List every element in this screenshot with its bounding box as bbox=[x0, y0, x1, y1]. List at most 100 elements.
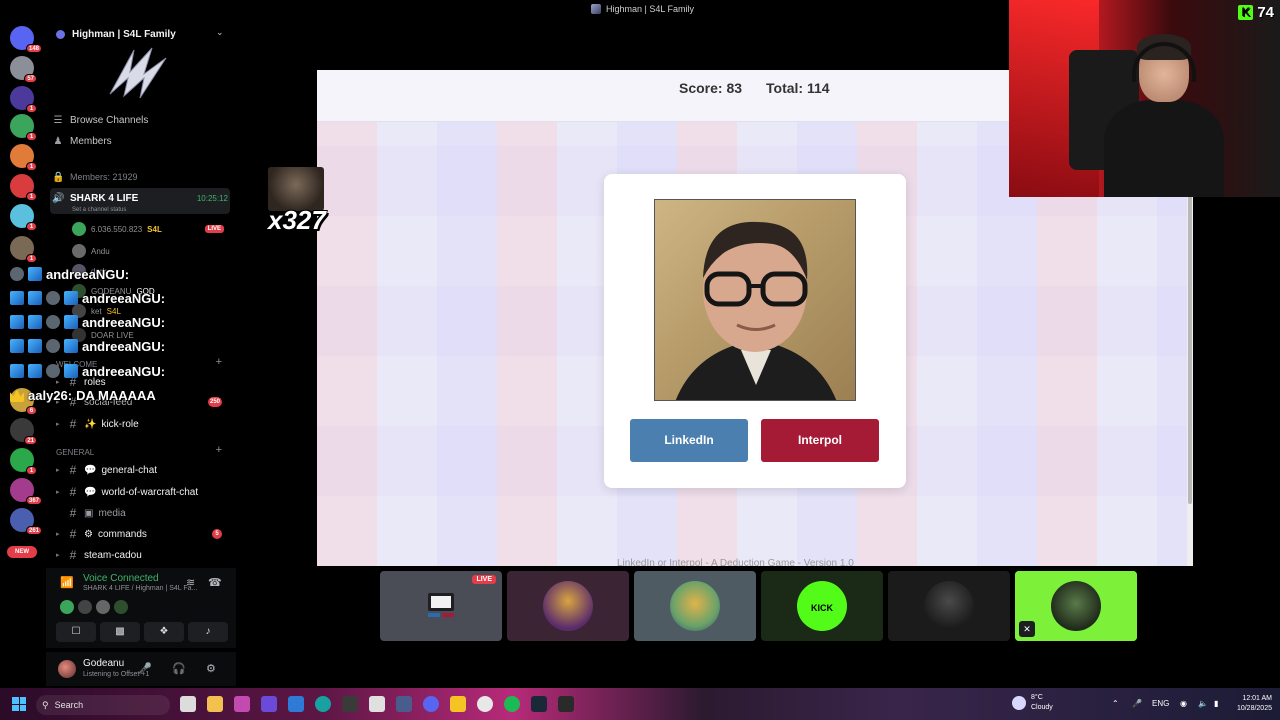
voice-user[interactable]: Andu bbox=[72, 244, 110, 258]
steam-icon[interactable] bbox=[531, 696, 547, 712]
chevron-up-icon[interactable]: ⌃ bbox=[1112, 699, 1119, 708]
participant-tile-speaking[interactable]: ✕ bbox=[1015, 571, 1137, 641]
monitor-icon bbox=[428, 593, 454, 617]
server-icon[interactable]: 1 bbox=[10, 204, 37, 231]
channel-media[interactable]: # ▣ media bbox=[56, 503, 232, 523]
discord-icon[interactable] bbox=[423, 696, 439, 712]
gear-icon[interactable]: ⚙ bbox=[206, 662, 216, 675]
server-icon[interactable]: 261 bbox=[10, 508, 42, 535]
list-icon: ☰ bbox=[53, 114, 63, 126]
chevron-right-icon: ▸ bbox=[56, 467, 60, 474]
camera-off-button[interactable]: ☐ bbox=[56, 622, 96, 642]
epic-games-icon[interactable] bbox=[558, 696, 574, 712]
obs-icon[interactable] bbox=[477, 696, 493, 712]
server-icon[interactable]: 1 bbox=[10, 448, 37, 475]
server-icon[interactable]: 1 bbox=[10, 86, 37, 113]
store-icon[interactable] bbox=[288, 696, 304, 712]
battery-icon[interactable]: ▮ bbox=[1214, 699, 1218, 708]
avatar bbox=[46, 364, 60, 378]
avatar[interactable] bbox=[58, 660, 76, 678]
avatar bbox=[96, 600, 110, 614]
microphone-icon[interactable]: 🎤 bbox=[138, 662, 152, 675]
server-header[interactable]: Highman | S4L Family ⌄ bbox=[46, 24, 236, 44]
noise-suppression-icon[interactable]: ≋ bbox=[186, 576, 195, 589]
server-icon[interactable]: 1 bbox=[10, 144, 37, 171]
hash-icon: # bbox=[69, 417, 77, 431]
add-channel-icon[interactable]: + bbox=[216, 356, 222, 368]
emote-combo: x327 bbox=[268, 167, 326, 237]
voice-connected-title[interactable]: Voice Connected bbox=[83, 573, 159, 584]
task-view-icon[interactable] bbox=[180, 696, 196, 712]
avatar bbox=[543, 581, 593, 631]
avatar bbox=[46, 339, 60, 353]
disconnect-icon[interactable]: ☎ bbox=[208, 576, 222, 589]
app-icon[interactable] bbox=[369, 696, 385, 712]
activities-button[interactable]: ❖ bbox=[144, 622, 184, 642]
kick-logo-icon: KICK bbox=[811, 603, 833, 613]
channel-wow-chat[interactable]: ▸ # 💬 world-of-warcraft-chat bbox=[56, 482, 232, 502]
discord-home-icon[interactable]: 148 bbox=[10, 26, 42, 53]
sub-badge-icon bbox=[10, 315, 24, 329]
voice-channel-shark[interactable]: 🔊 SHARK 4 LIFE 10:25:12 bbox=[52, 188, 232, 208]
server-badge: 1 bbox=[26, 222, 37, 231]
server-badge: 6 bbox=[26, 406, 37, 415]
add-channel-icon[interactable]: + bbox=[216, 444, 222, 456]
language-indicator[interactable]: ENG bbox=[1152, 699, 1169, 708]
image-icon: ▣ bbox=[84, 507, 94, 519]
linkedin-button[interactable]: LinkedIn bbox=[630, 419, 748, 462]
edge-browser-icon[interactable] bbox=[315, 696, 331, 712]
category-general[interactable]: GENERAL bbox=[56, 448, 94, 457]
server-icon[interactable]: 57 bbox=[10, 56, 37, 83]
system-clock[interactable]: 12:01 AM 10/28/2025 bbox=[1226, 694, 1272, 714]
server-icon[interactable]: 21 bbox=[10, 418, 37, 445]
app-icon[interactable] bbox=[450, 696, 466, 712]
settings-icon[interactable] bbox=[396, 696, 412, 712]
interpol-button[interactable]: Interpol bbox=[761, 419, 879, 462]
screen-share-button[interactable]: ▩ bbox=[100, 622, 140, 642]
channel-kick-role[interactable]: ▸ # ✨ kick-role bbox=[56, 414, 232, 434]
channel-status-hint[interactable]: Set a channel status bbox=[72, 207, 126, 213]
windows-taskbar: ⚲ Search 8°C Cloudy ⌃ 🎤 ENG ◉ 🔈 ▮ 12:01 A… bbox=[0, 688, 1280, 720]
channel-general-chat[interactable]: ▸ # 💬 general-chat bbox=[56, 460, 232, 480]
signal-icon[interactable]: 📶 bbox=[60, 576, 74, 589]
window-title: Highman | S4L Family bbox=[591, 4, 694, 14]
voice-user[interactable]: 6.036.550.823 S4L bbox=[72, 222, 162, 236]
cloudy-weather-icon bbox=[1012, 696, 1026, 710]
server-icon[interactable]: 1 bbox=[10, 114, 37, 141]
chevron-down-icon[interactable]: ⌄ bbox=[216, 27, 224, 38]
participant-tile[interactable] bbox=[634, 571, 756, 641]
hash-icon: # bbox=[69, 527, 77, 541]
channel-steam-cadou[interactable]: ▸ # steam-cadou bbox=[56, 545, 232, 565]
windows-start-icon[interactable] bbox=[12, 697, 26, 711]
chevron-right-icon: ▸ bbox=[56, 552, 60, 559]
spotify-icon[interactable] bbox=[504, 696, 520, 712]
app-icon[interactable] bbox=[342, 696, 358, 712]
app-icon[interactable] bbox=[234, 696, 250, 712]
avatar bbox=[114, 600, 128, 614]
taskbar-search[interactable]: ⚲ Search bbox=[36, 695, 170, 715]
server-icon[interactable]: 367 bbox=[10, 478, 42, 505]
app-icon[interactable] bbox=[261, 696, 277, 712]
members-link[interactable]: ♟ Members bbox=[52, 131, 232, 151]
participant-tile[interactable] bbox=[888, 571, 1010, 641]
user-name[interactable]: Godeanu bbox=[83, 658, 124, 669]
participant-tile[interactable]: KICK bbox=[761, 571, 883, 641]
weather-widget[interactable]: 8°C Cloudy bbox=[1012, 693, 1053, 713]
participant-tile-screen[interactable]: LIVE bbox=[380, 571, 502, 641]
file-explorer-icon[interactable] bbox=[207, 696, 223, 712]
lock-icon: 🔒 bbox=[52, 171, 65, 183]
server-icon[interactable]: 1 bbox=[10, 174, 37, 201]
browse-channels-link[interactable]: ☰ Browse Channels bbox=[52, 110, 232, 130]
new-servers-pill[interactable]: NEW bbox=[7, 546, 37, 558]
microphone-icon[interactable]: 🎤 bbox=[1132, 699, 1142, 708]
wifi-icon[interactable]: ◉ bbox=[1180, 699, 1187, 708]
channel-commands[interactable]: ▸ # ⚙ commands 5 bbox=[56, 524, 232, 544]
kick-logo-icon: K bbox=[1238, 5, 1254, 20]
volume-icon[interactable]: 🔈 bbox=[1198, 699, 1208, 708]
headphones-icon[interactable]: 🎧 bbox=[172, 662, 186, 675]
chevron-right-icon: ▸ bbox=[56, 421, 60, 428]
soundboard-button[interactable]: ♪ bbox=[188, 622, 228, 642]
server-icon[interactable]: 1 bbox=[10, 236, 37, 263]
participant-tile[interactable] bbox=[507, 571, 629, 641]
server-badge: 261 bbox=[25, 526, 42, 535]
